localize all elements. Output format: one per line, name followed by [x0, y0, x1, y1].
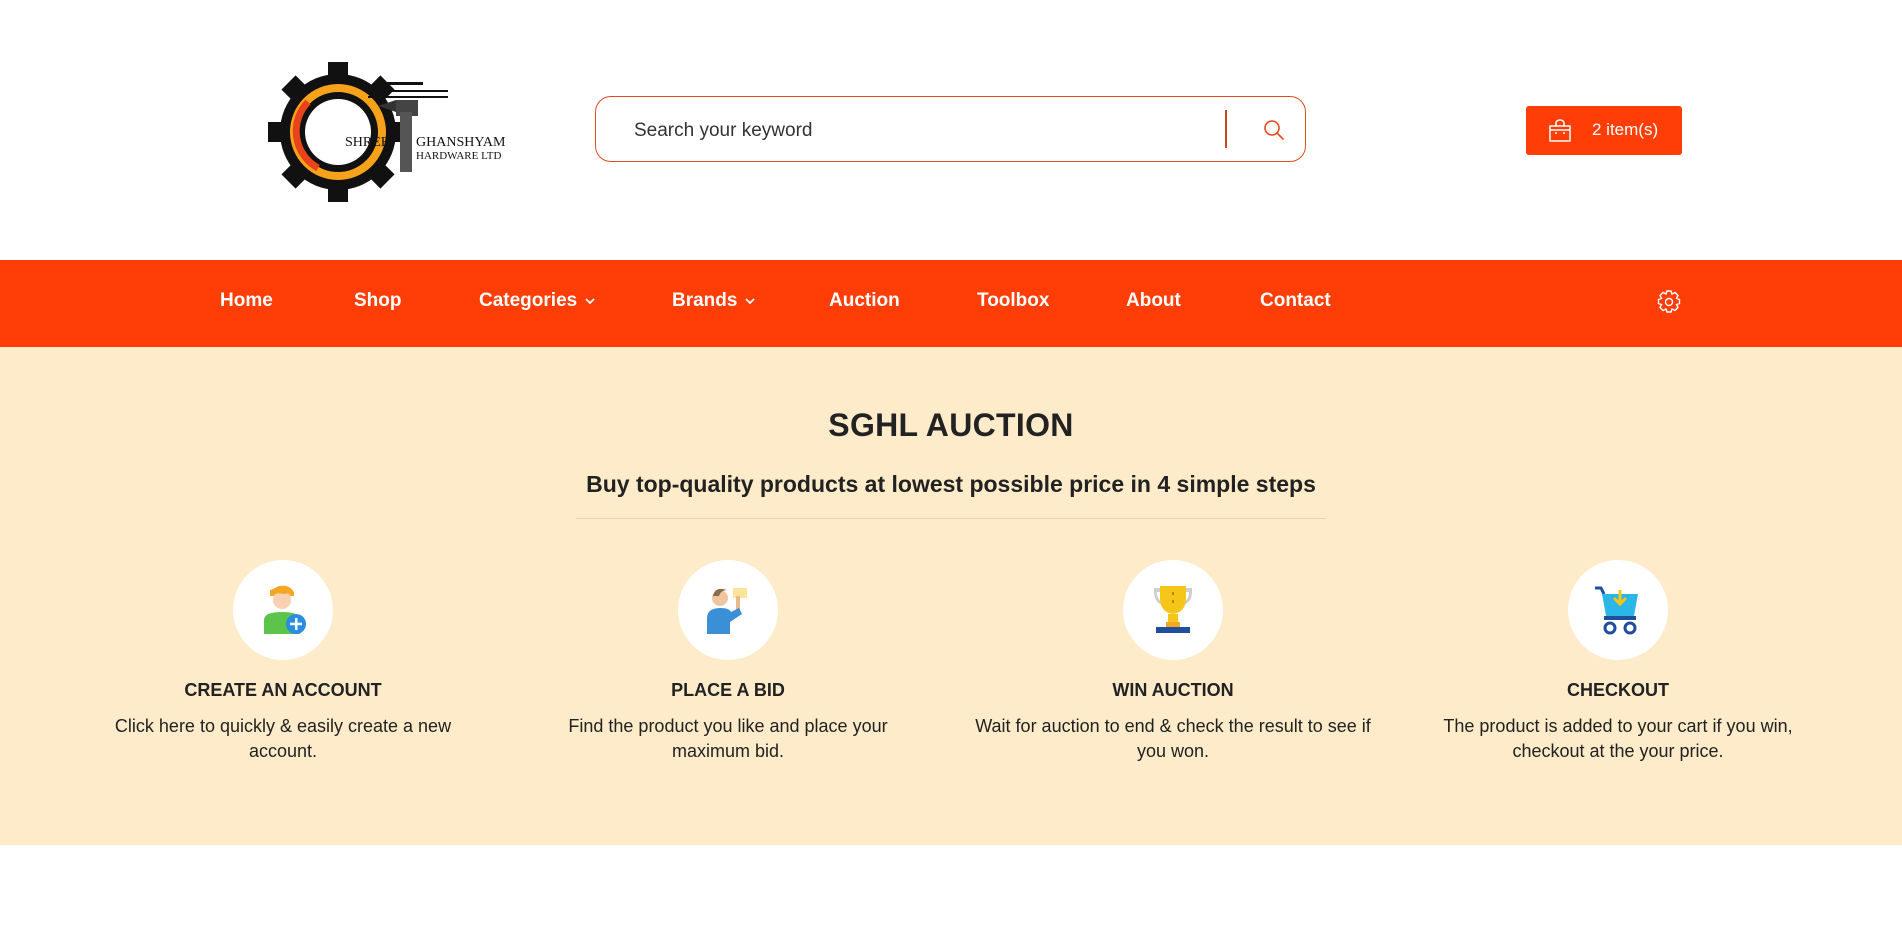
search-icon[interactable]: [1260, 116, 1288, 144]
cart-icon: [1595, 586, 1638, 635]
step-desc: The product is added to your cart if you…: [1443, 716, 1793, 761]
logo-text-shree: SHREE: [345, 135, 390, 150]
step-create-account[interactable]: CREATE AN ACCOUNT Click here to quickly …: [83, 560, 483, 764]
step-title: CREATE AN ACCOUNT: [184, 680, 382, 700]
section-divider: [576, 518, 1326, 519]
step-desc: Click here to quickly & easily create a …: [114, 716, 452, 761]
logo-text-ghanshyam: GHANSHYAM: [416, 135, 506, 150]
section-subtitle: Buy top-quality products at lowest possi…: [586, 471, 1316, 497]
nav-about[interactable]: About: [1126, 290, 1181, 312]
step-icon-circle: [678, 560, 778, 660]
nav-home[interactable]: Home: [220, 290, 273, 312]
bid-icon: [707, 588, 747, 634]
search-input[interactable]: [632, 113, 1196, 149]
step-icon-circle: [233, 560, 333, 660]
nav-shop[interactable]: Shop: [354, 290, 402, 312]
step-title: PLACE A BID: [671, 680, 785, 700]
nav-categories[interactable]: Categories: [479, 290, 595, 312]
step-desc: Wait for auction to end & check the resu…: [975, 716, 1371, 761]
step-icon-circle: [1123, 560, 1223, 660]
chevron-down-icon: [745, 298, 756, 305]
search-divider: [1225, 110, 1227, 148]
nav-brands[interactable]: Brands: [672, 290, 756, 312]
nav-categories-label: Categories: [479, 290, 578, 311]
step-title: CHECKOUT: [1567, 680, 1669, 700]
nav-contact[interactable]: Contact: [1260, 290, 1331, 312]
nav-brands-label: Brands: [672, 290, 738, 311]
trophy-icon: [1153, 586, 1193, 633]
site-logo[interactable]: [268, 62, 513, 202]
chevron-down-icon: [585, 298, 595, 305]
main-nav: Home Shop Categories Brands Auction Tool…: [0, 260, 1902, 347]
cart-button[interactable]: 2 item(s): [1526, 106, 1682, 155]
step-win-auction[interactable]: WIN AUCTION Wait for auction to end & ch…: [973, 560, 1373, 764]
step-checkout[interactable]: CHECKOUT The product is added to your ca…: [1418, 560, 1818, 764]
auction-section: SGHL AUCTION Buy top-quality products at…: [0, 347, 1902, 845]
gear-logo-icon: [268, 62, 448, 202]
logo-text-hardware: HARDWARE LTD: [416, 150, 502, 162]
step-title: WIN AUCTION: [1112, 680, 1234, 700]
nav-auction[interactable]: Auction: [829, 290, 900, 312]
step-desc: Find the product you like and place your…: [568, 716, 888, 761]
step-place-bid[interactable]: PLACE A BID Find the product you like an…: [528, 560, 928, 764]
cart-count-label: 2 item(s): [1592, 120, 1659, 139]
gear-icon[interactable]: [1656, 289, 1682, 315]
search-box: [595, 96, 1306, 162]
add-user-icon: [264, 585, 306, 634]
site-header: SHREE GHANSHYAM HARDWARE LTD 2 item(s): [0, 0, 1902, 260]
section-title: SGHL AUCTION: [828, 407, 1074, 443]
shopping-bag-icon: [1549, 119, 1571, 142]
step-icon-circle: [1568, 560, 1668, 660]
nav-toolbox[interactable]: Toolbox: [977, 290, 1049, 312]
